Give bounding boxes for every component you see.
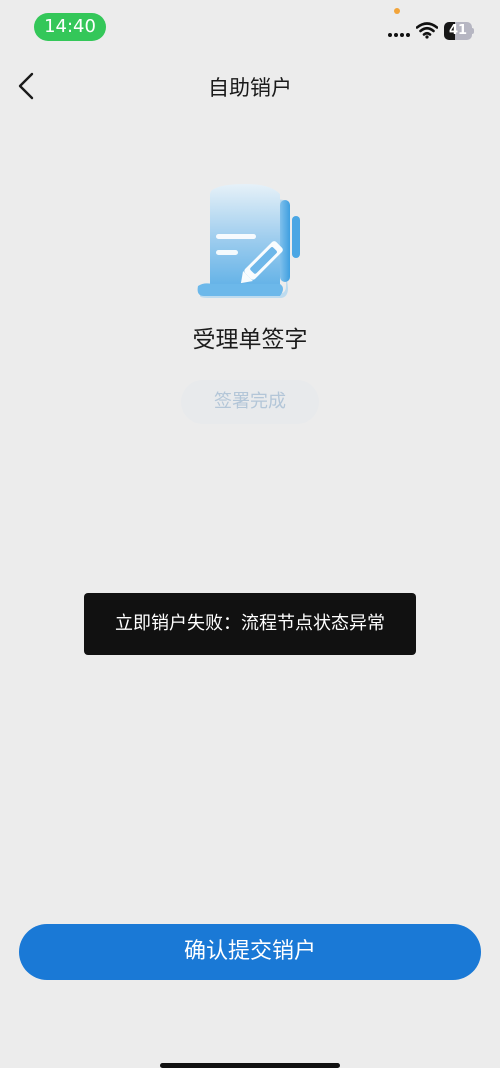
page-title: 自助销户	[208, 76, 292, 100]
battery-percent: 41	[448, 23, 468, 38]
privacy-indicator-dot	[394, 8, 400, 14]
cellular-signal-icon	[388, 33, 412, 39]
document-sign-icon	[190, 180, 310, 304]
signed-status-button[interactable]: 签署完成	[181, 380, 319, 424]
section-title: 受理单签字	[192, 327, 308, 353]
chevron-left-icon	[8, 72, 44, 112]
status-time: 14:40	[34, 13, 106, 41]
wifi-icon	[415, 21, 439, 39]
back-button[interactable]	[8, 64, 44, 108]
home-indicator	[160, 1063, 340, 1068]
confirm-submit-button[interactable]: 确认提交销户	[19, 924, 481, 980]
error-toast: 立即销户失败：流程节点状态异常	[84, 593, 416, 655]
battery-icon: 41	[444, 22, 474, 40]
